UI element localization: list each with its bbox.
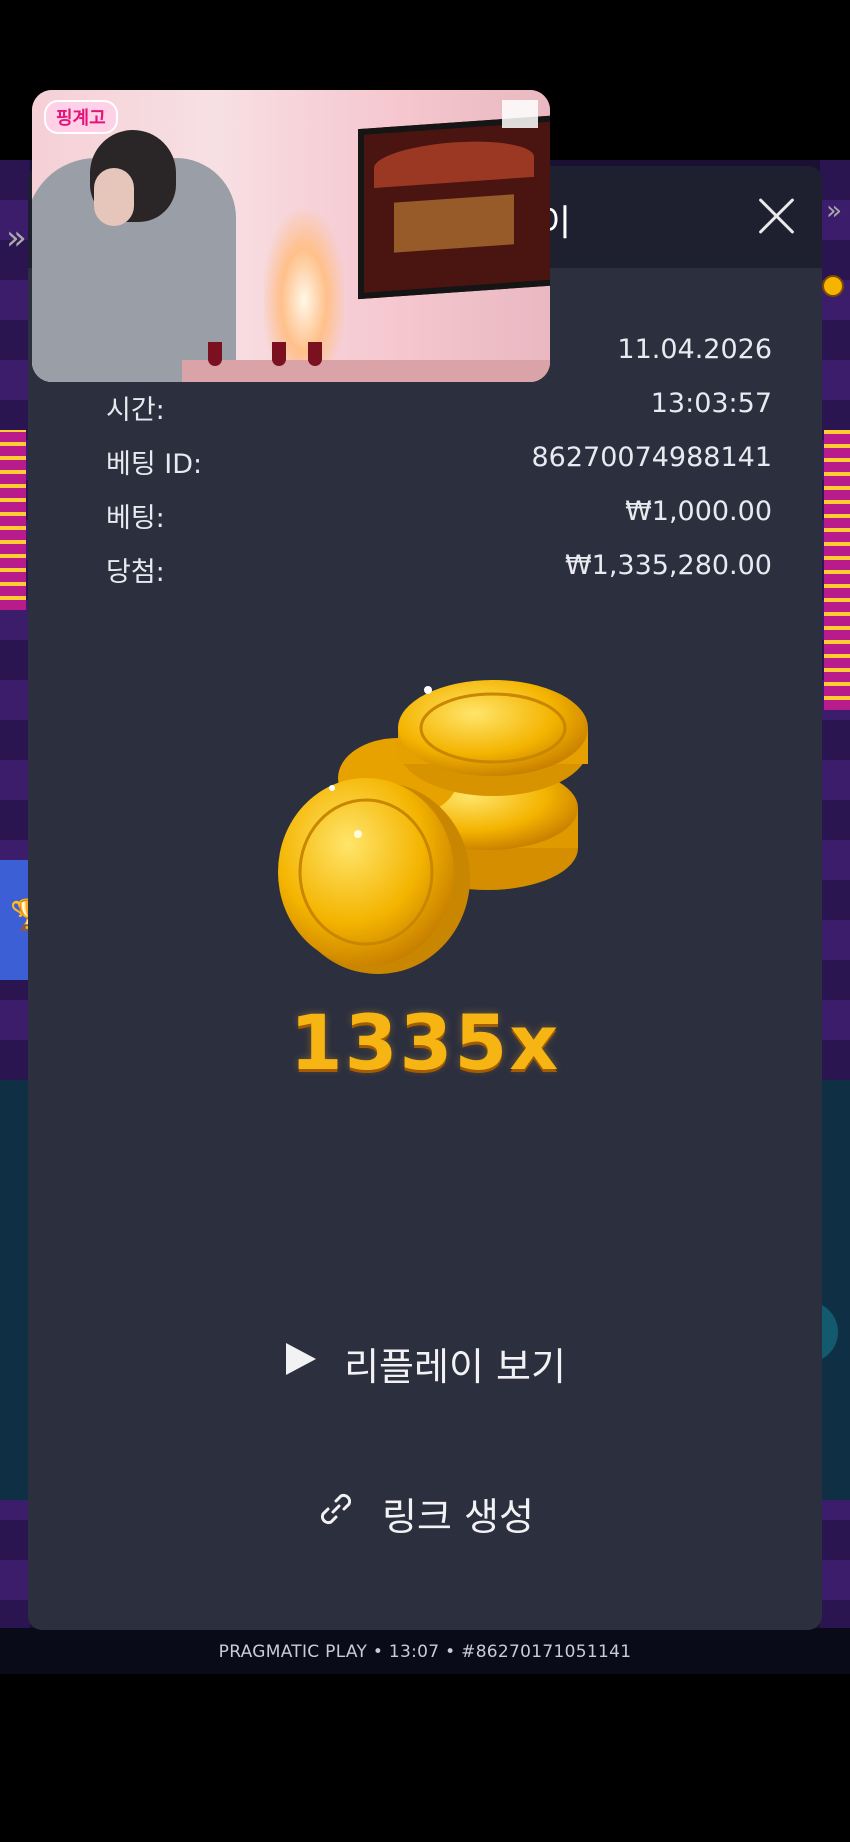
- bet-label: 베팅:: [106, 503, 165, 534]
- footer-info: PRAGMATIC PLAY • 13:07 • #86270171051141: [218, 1642, 632, 1662]
- link-icon: [316, 1489, 356, 1538]
- date-value: 11.04.2026: [617, 334, 772, 365]
- channel-logo: 핑계고: [44, 100, 118, 134]
- replay-button[interactable]: 리플레이 보기: [28, 1330, 822, 1390]
- win-value: ₩1,335,280.00: [564, 550, 772, 581]
- info-row-win: 당첨: ₩1,335,280.00: [106, 550, 772, 594]
- video-overlay[interactable]: 핑계고: [32, 90, 550, 382]
- replay-label: 리플레이 보기: [344, 1345, 566, 1389]
- bet-details-dialog: 이 11.04.2026 시간: 13:03:57 베팅 ID: 8627007…: [28, 166, 822, 1630]
- double-chevron-right-icon[interactable]: »: [826, 196, 842, 226]
- play-icon: [284, 1341, 318, 1386]
- bet-id-label: 베팅 ID:: [106, 449, 203, 480]
- wine-glass: [308, 342, 322, 366]
- video-scene-tv: [358, 114, 550, 300]
- gold-coins-icon: [278, 680, 588, 974]
- close-button[interactable]: [746, 186, 806, 246]
- coin-icon: [822, 275, 844, 297]
- bet-id-value: 86270074988141: [531, 442, 773, 473]
- info-row-bet-id: 베팅 ID: 86270074988141: [106, 442, 772, 486]
- create-link-button[interactable]: 링크 생성: [28, 1480, 822, 1540]
- broadcaster-badge-icon: [502, 100, 538, 128]
- video-scene-face: [94, 168, 134, 226]
- wine-glass: [208, 342, 222, 366]
- info-row-bet: 베팅: ₩1,000.00: [106, 496, 772, 540]
- info-row-time: 시간: 13:03:57: [106, 388, 772, 432]
- double-chevron-left-icon[interactable]: »: [6, 218, 27, 258]
- wine-glass: [272, 342, 286, 366]
- game-pattern-left: [0, 430, 26, 610]
- win-multiplier: 1335x: [289, 998, 561, 1087]
- time-value: 13:03:57: [650, 388, 772, 419]
- win-label: 당첨:: [106, 557, 165, 588]
- bet-value: ₩1,000.00: [625, 496, 772, 527]
- time-label: 시간:: [106, 395, 165, 426]
- game-pattern-right: [824, 430, 850, 710]
- link-label: 링크 생성: [382, 1495, 534, 1539]
- video-scene-table: [182, 360, 550, 382]
